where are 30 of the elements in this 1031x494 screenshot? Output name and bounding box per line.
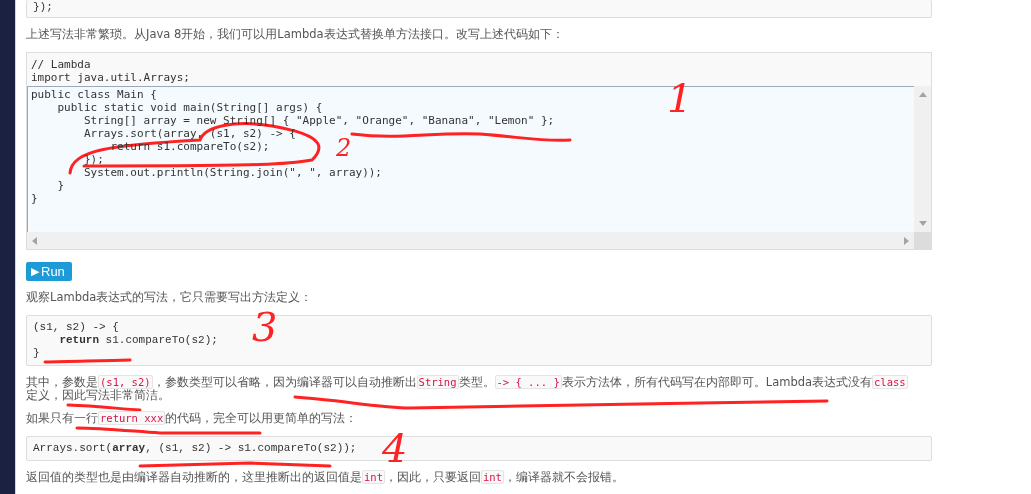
code-line: Arrays.sort(array, (s1, s2) -> s1.compareTo(s2)); bbox=[33, 442, 357, 455]
code-line: Arrays.sort(array, (s1, s2) -> { bbox=[82, 127, 296, 140]
code-line: import java.util.Arrays; bbox=[31, 71, 190, 84]
vertical-scrollbar[interactable] bbox=[914, 86, 931, 232]
scroll-up-icon[interactable] bbox=[918, 91, 927, 99]
code-line: public class Main { bbox=[31, 88, 157, 101]
paragraph: 其中，参数是 (s1, s2) ，参数类型可以省略，因为编译器可以自动推断出 String 类型。 -> { ... } 表示方法体，所有代码写在内部即可。Lambda表达式没有 class 定义，因此写法非常简洁。 bbox=[26, 376, 908, 402]
horizontal-scrollbar[interactable] bbox=[27, 232, 914, 249]
code-line: } bbox=[33, 347, 40, 360]
handwritten-number: 4 bbox=[382, 428, 408, 468]
code-line: } bbox=[31, 192, 38, 205]
scroll-down-icon[interactable] bbox=[918, 219, 927, 227]
handwritten-number: 1 bbox=[667, 78, 693, 118]
code-line: }); bbox=[33, 1, 53, 14]
paragraph: 如果只有一行 return xxx 的代码，完全可以用更简单的写法： bbox=[26, 412, 358, 425]
run-button[interactable]: ▶Run bbox=[26, 262, 72, 281]
code-line: }); bbox=[82, 153, 104, 166]
handwritten-number: 3 bbox=[252, 307, 278, 347]
handwritten-number: 2 bbox=[336, 136, 352, 160]
code-line: } bbox=[56, 179, 65, 192]
code-line: System.out.println(String.join(", ", array)); bbox=[82, 166, 382, 179]
code-line: public static void main(String[] args) { bbox=[56, 101, 323, 114]
code-line: return s1.compareTo(s2); bbox=[58, 334, 218, 347]
code-line: // Lambda bbox=[31, 58, 91, 71]
scroll-right-icon[interactable] bbox=[902, 236, 910, 245]
paragraph: 上述写法非常繁琐。从Java 8开始，我们可以用Lambda表达式替换单方法接口。改写上述代码如下： bbox=[26, 28, 564, 41]
paragraph: 观察Lambda表达式的写法，它只需要写出方法定义： bbox=[26, 291, 313, 304]
paragraph: 返回值的类型也是由编译器自动推断的，这里推断出的返回值是 int ，因此，只要返回 int ，编译器就不会报错。 bbox=[26, 471, 624, 484]
scroll-left-icon[interactable] bbox=[31, 236, 39, 245]
code-line: (s1, s2) -> { bbox=[33, 321, 119, 334]
